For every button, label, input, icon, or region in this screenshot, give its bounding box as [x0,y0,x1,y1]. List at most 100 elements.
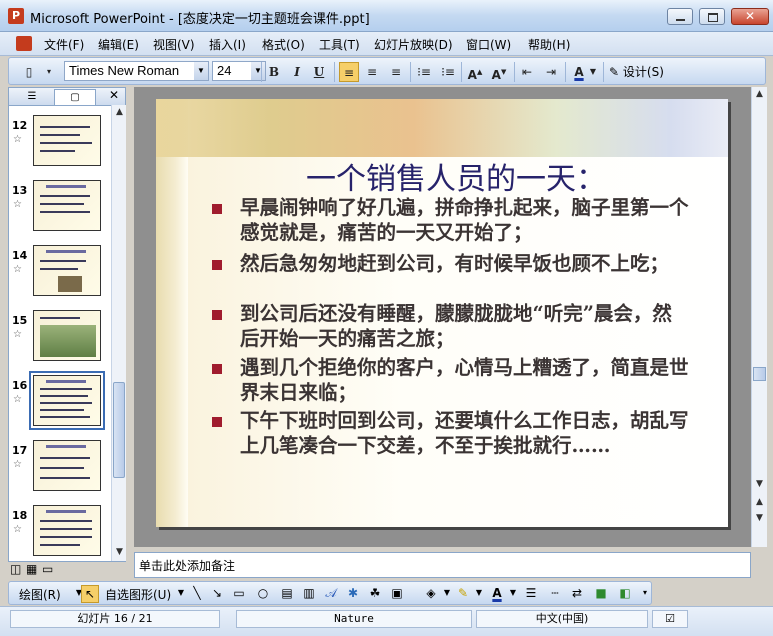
scroll-down-icon[interactable]: ▼ [112,547,127,557]
picture-icon[interactable]: ▣ [389,585,405,601]
bullet-text[interactable]: 早晨闹钟响了好几遍，拼命挣扎起来，脑子里第一个感觉就是，痛苦的一天又开始了； [240,195,690,245]
autoshapes-button[interactable]: 自选图形(U) [105,586,171,603]
document-icon[interactable] [16,36,32,51]
design-button[interactable]: ✎ 设计(S) [609,62,664,82]
textbox-icon[interactable]: ▤ [279,585,295,601]
vertical-textbox-icon[interactable]: ▥ [301,585,317,601]
oval-icon[interactable]: ○ [255,585,271,601]
menu-format[interactable]: 格式(O) [262,36,305,53]
toolbar-options-icon[interactable]: ▾ [637,585,653,601]
close-button[interactable] [731,8,769,25]
wordart-icon[interactable]: 𝒜 [323,585,339,601]
menu-insert[interactable]: 插入(I) [209,36,246,53]
chevron-down-icon[interactable]: ▼ [251,62,265,80]
close-icon[interactable]: ✕ [109,88,119,102]
scrollbar-thumb[interactable] [113,382,125,478]
chevron-down-icon[interactable]: ▼ [439,585,455,601]
shadow-style-icon[interactable]: ■ [593,585,609,601]
tab-outline[interactable]: ☰ [12,89,52,104]
slide-editing-area: 一个销售人员的一天： 早晨闹钟响了好几遍，拼命挣扎起来，脑子里第一个感觉就是，痛… [134,87,751,547]
font-color-icon[interactable]: A [489,585,505,601]
chevron-down-icon[interactable]: ▼ [173,585,189,601]
slide-thumbnail-18[interactable] [33,505,101,556]
dash-style-icon[interactable]: ┄ [547,585,563,601]
bullet-icon [212,204,222,214]
slide-thumbnail-14[interactable] [33,245,101,296]
decrease-indent-icon[interactable]: ⇤ [517,62,537,82]
slide-thumbnail-13[interactable] [33,180,101,231]
bullet-text[interactable]: 下午下班时回到公司，还要填什么工作日志，胡乱写上几笔凑合一下交差，不至于挨批就行… [240,408,690,458]
chevron-down-icon[interactable]: ▼ [587,62,599,82]
star-icon: ☆ [13,134,22,145]
font-name-select[interactable]: Times New Roman ▼ [64,61,209,81]
line-style-icon[interactable]: ☰ [523,585,539,601]
chevron-down-icon[interactable]: ▼ [505,585,521,601]
slide-vertical-scrollbar[interactable]: ▲ ▼ ▲ ▼ [751,87,767,547]
new-document-icon[interactable]: ▯ [19,62,39,82]
rectangle-icon[interactable]: ▭ [231,585,247,601]
scrollbar-thumb[interactable] [753,367,766,381]
maximize-button[interactable] [699,8,725,25]
bullet-text[interactable]: 到公司后还没有睡醒，朦朦胧胧地“听完”晨会，然后开始一天的痛苦之旅； [240,301,690,351]
slide-sorter-view-icon[interactable]: ▦ [26,562,37,576]
chevron-down-icon[interactable]: ▼ [471,585,487,601]
next-slide-icon[interactable]: ▼ [752,513,767,523]
scroll-down-icon[interactable]: ▼ [752,479,767,489]
fill-color-icon[interactable]: ◈ [423,585,439,601]
minimize-button[interactable] [667,8,693,25]
menu-view[interactable]: 视图(V) [153,36,195,53]
toolbar-separator [461,62,462,82]
slide-thumbnail-12[interactable] [33,115,101,166]
menu-help[interactable]: 帮助(H) [528,36,570,53]
spell-check-icon[interactable]: ☑ [652,610,688,628]
align-center-button[interactable]: ≡ [362,62,382,82]
menu-edit[interactable]: 编辑(E) [98,36,139,53]
diagram-icon[interactable]: ✱ [345,585,361,601]
font-size-select[interactable]: 24 ▼ [212,61,266,81]
select-pointer-icon[interactable]: ↖ [81,585,99,603]
previous-slide-icon[interactable]: ▲ [752,497,767,507]
italic-button[interactable]: I [287,62,307,82]
draw-menu-button[interactable]: 绘图(R) [19,586,61,603]
line-icon[interactable]: ╲ [189,585,205,601]
font-color-icon[interactable]: A [569,62,589,82]
align-right-button[interactable]: ≡ [386,62,406,82]
notes-pane[interactable]: 单击此处添加备注 [134,552,751,578]
scroll-up-icon[interactable]: ▲ [112,107,127,117]
bold-button[interactable]: B [264,62,284,82]
numbered-list-icon[interactable]: ⁝≡ [414,62,434,82]
slideshow-view-icon[interactable]: ▭ [42,562,53,576]
increase-indent-icon[interactable]: ⇥ [541,62,561,82]
bullet-text[interactable]: 遇到几个拒绝你的客户，心情马上糟透了，简直是世界末日来临； [240,355,690,405]
slide-thumbnail-17[interactable] [33,440,101,491]
increase-font-size-icon[interactable]: A▲ [465,62,485,82]
menu-window[interactable]: 窗口(W) [466,36,511,53]
align-left-button[interactable]: ≡ [339,62,359,82]
menu-file[interactable]: 文件(F) [44,36,84,53]
scroll-up-icon[interactable]: ▲ [752,89,767,99]
bulleted-list-icon[interactable]: ⁝≡ [438,62,458,82]
arrow-style-icon[interactable]: ⇄ [569,585,585,601]
decrease-font-size-icon[interactable]: A▼ [489,62,509,82]
toolbar-options-icon[interactable]: ▾ [39,62,59,82]
line-color-icon[interactable]: ✎ [455,585,471,601]
bullet-text[interactable]: 然后急匆匆地赶到公司，有时候早饭也顾不上吃； [240,251,690,276]
slide[interactable]: 一个销售人员的一天： 早晨闹钟响了好几遍，拼命挣扎起来，脑子里第一个感觉就是，痛… [156,99,728,527]
clipart-icon[interactable]: ☘ [367,585,383,601]
slides-panel-scrollbar[interactable]: ▲ ▼ [111,105,126,561]
underline-button[interactable]: U [309,62,329,82]
arrow-icon[interactable]: ↘ [209,585,225,601]
slide-thumbnail-16[interactable] [33,375,101,426]
slide-thumbnail-15[interactable] [33,310,101,361]
window-title: Microsoft PowerPoint - [态度决定一切主题班会课件.ppt… [30,12,370,27]
menu-tools[interactable]: 工具(T) [319,36,360,53]
slide-title[interactable]: 一个销售人员的一天： [216,154,696,198]
menu-slideshow[interactable]: 幻灯片放映(D) [374,36,453,53]
tab-slides[interactable]: ▢ [54,89,96,105]
chevron-down-icon[interactable]: ▼ [194,62,208,80]
powerpoint-app-icon[interactable]: P [8,8,24,24]
bullet-icon [212,310,222,320]
normal-view-icon[interactable]: ◫ [10,562,21,576]
bullet-icon [212,417,222,427]
3d-style-icon[interactable]: ◧ [617,585,633,601]
